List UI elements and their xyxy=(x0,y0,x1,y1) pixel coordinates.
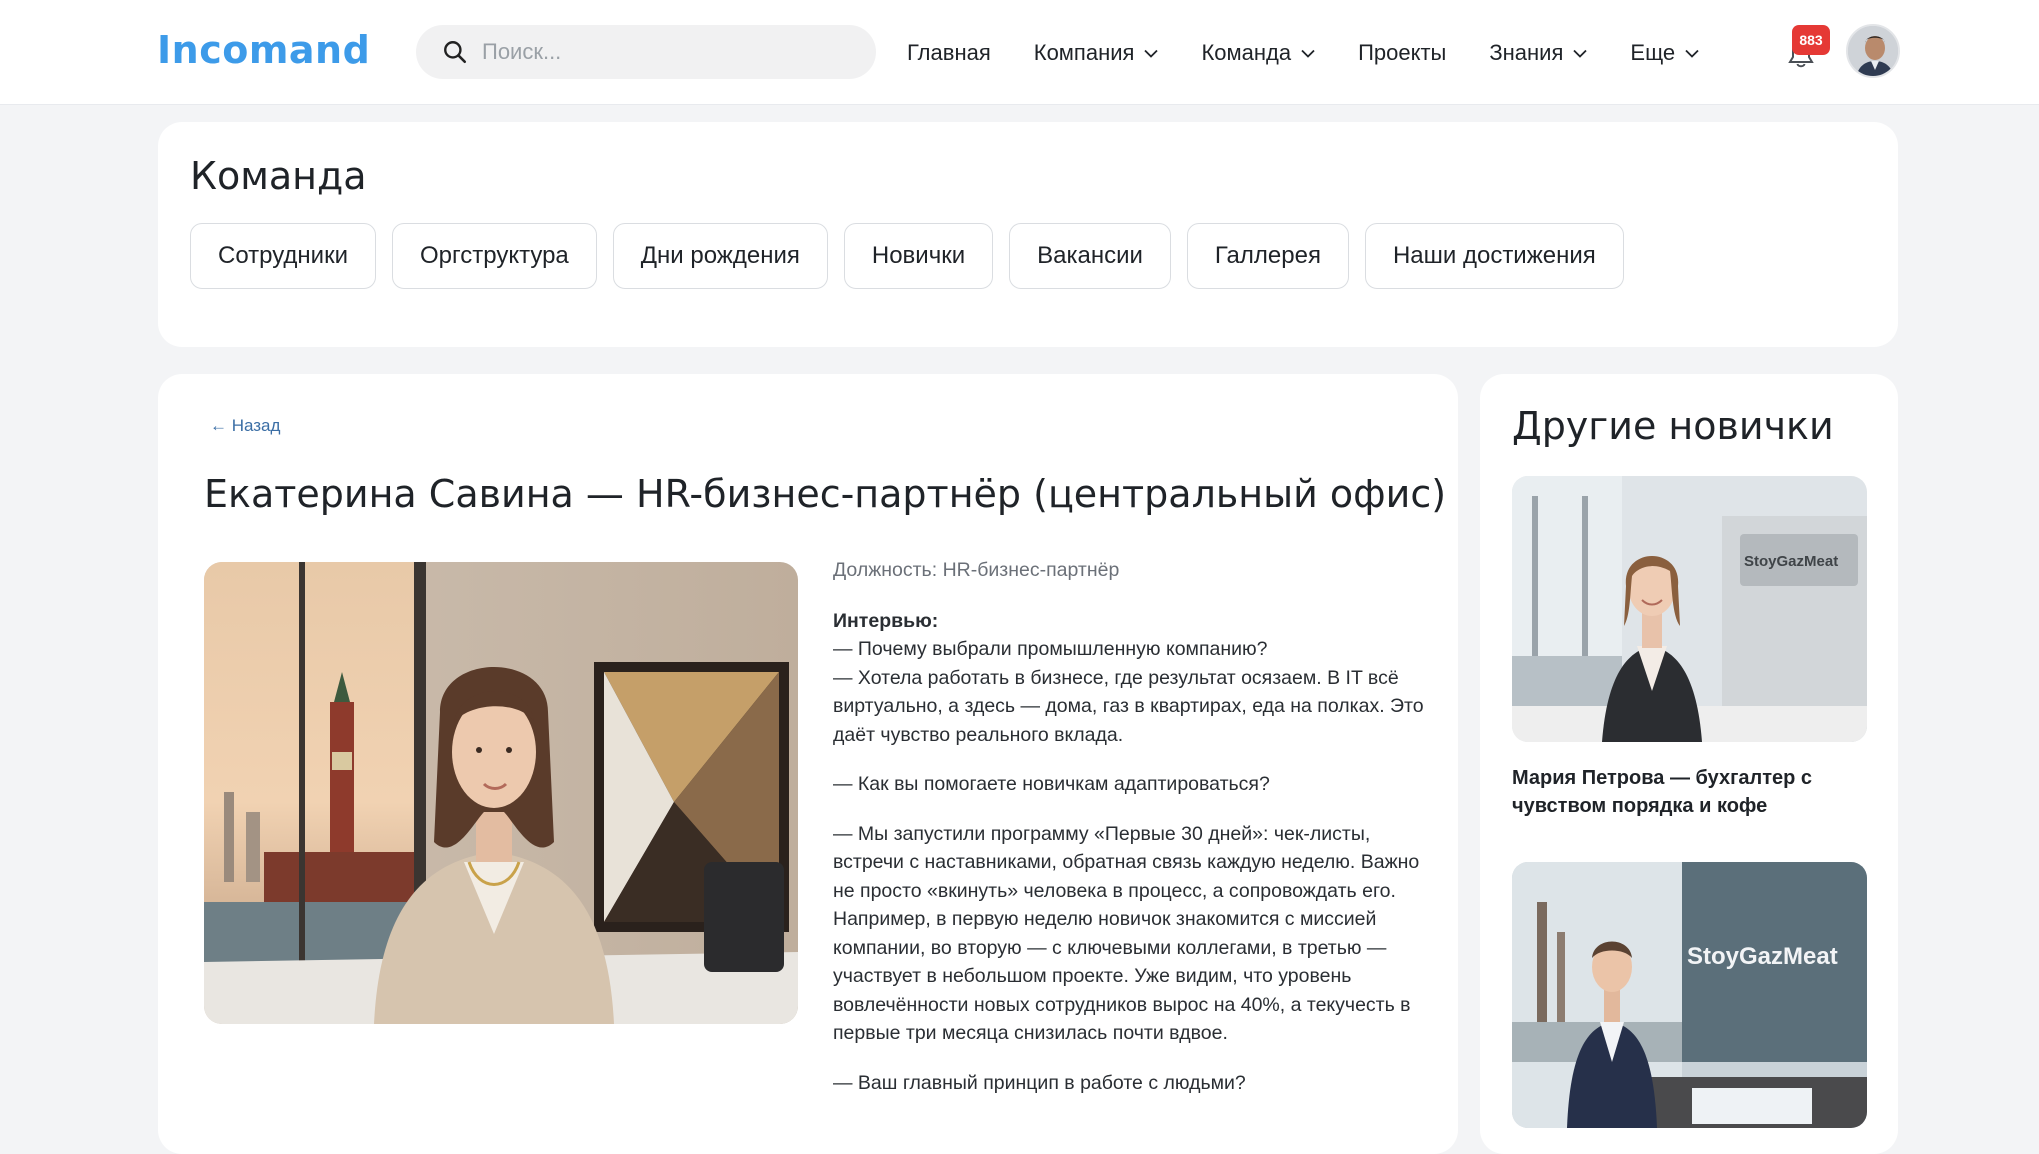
photo-illustration: StoyGazMeat xyxy=(1512,476,1867,742)
section-title: Команда xyxy=(190,154,367,198)
nav-item-label: Еще xyxy=(1630,40,1676,65)
back-link[interactable]: ← Назад xyxy=(210,416,280,436)
nav-item-home[interactable]: Главная xyxy=(907,40,991,66)
photo-illustration xyxy=(204,562,798,1024)
interview-label: Интервью: xyxy=(833,609,939,632)
chevron-down-icon xyxy=(1144,49,1159,58)
main-nav: Главная Компания Команда Проекты Знания … xyxy=(907,33,1742,73)
photo-illustration: StoyGazMeat xyxy=(1512,862,1867,1128)
tab-org-structure[interactable]: Оргструктура xyxy=(392,223,597,289)
sidebar-title: Другие новички xyxy=(1512,404,1834,448)
article-card: ← Назад Екатерина Савина — HR-бизнес-пар… xyxy=(158,374,1458,1154)
newcomer-card[interactable]: StoyGazMeat xyxy=(1512,862,1867,1128)
nav-item-label: Главная xyxy=(907,40,991,65)
team-section: Команда Сотрудники Оргструктура Дни рожд… xyxy=(158,122,1898,347)
search-icon xyxy=(444,41,467,64)
position-value: HR-бизнес-партнёр xyxy=(942,559,1120,581)
newcomer-photo: StoyGazMeat xyxy=(1512,476,1867,742)
notification-badge: 883 xyxy=(1792,25,1830,55)
newcomer-caption: Мария Петрова — бухгалтер с чувством пор… xyxy=(1512,767,1813,817)
interview-paragraph: — Ваш главный принцип в работе с людьми? xyxy=(833,1071,1246,1094)
tab-achievements[interactable]: Наши достижения xyxy=(1364,223,1624,289)
nav-item-knowledge[interactable]: Знания xyxy=(1489,40,1588,66)
nav-item-company[interactable]: Компания xyxy=(1034,40,1159,66)
company-sign: StoyGazMeat xyxy=(1687,943,1838,970)
interview-paragraph: — Мы запустили программу «Первые 30 дней… xyxy=(833,822,1420,1045)
chevron-down-icon xyxy=(1301,49,1315,58)
top-header: Incomand Главная Компания Команда Проект… xyxy=(0,0,2039,105)
nav-item-team[interactable]: Команда xyxy=(1201,40,1315,66)
tab-employees[interactable]: Сотрудники xyxy=(190,223,376,289)
team-tabs: Сотрудники Оргструктура Дни рождения Нов… xyxy=(190,223,1640,289)
nav-item-label: Знания xyxy=(1489,40,1564,65)
nav-item-label: Проекты xyxy=(1358,40,1447,65)
logo[interactable]: Incomand xyxy=(157,28,370,72)
tab-gallery[interactable]: Галлерея xyxy=(1186,223,1349,289)
article-body: Должность: HR-бизнес-партнёр Интервью: —… xyxy=(833,556,1433,1118)
company-sign: StoyGazMeat xyxy=(1744,553,1838,570)
tab-newcomers[interactable]: Новички xyxy=(843,223,994,289)
interview-paragraph: — Почему выбрали промышленную компанию? … xyxy=(833,638,1424,746)
tab-birthdays[interactable]: Дни рождения xyxy=(612,223,828,289)
user-avatar[interactable] xyxy=(1846,24,1900,78)
employee-photo xyxy=(204,562,798,1024)
newcomer-photo: StoyGazMeat xyxy=(1512,862,1867,1128)
search-input[interactable] xyxy=(482,39,852,65)
article-title: Екатерина Савина — HR-бизнес-партнёр (це… xyxy=(204,472,1447,516)
search-bar[interactable] xyxy=(416,25,876,79)
position-label: Должность: xyxy=(833,559,938,581)
nav-item-more[interactable]: Еще xyxy=(1630,40,1699,66)
tab-vacancies[interactable]: Вакансии xyxy=(1009,223,1171,289)
nav-item-projects[interactable]: Проекты xyxy=(1358,40,1446,66)
chevron-down-icon xyxy=(1685,49,1699,58)
position-line: Должность: HR-бизнес-партнёр xyxy=(833,556,1433,585)
interview-paragraph: — Как вы помогаете новичкам адаптировать… xyxy=(833,773,1270,795)
other-newcomers-card: Другие новички StoyGazMeat Мария Петрова… xyxy=(1480,374,1898,1154)
avatar-image xyxy=(1848,26,1898,76)
chevron-down-icon xyxy=(1573,49,1588,58)
nav-item-label: Компания xyxy=(1033,40,1135,65)
nav-item-label: Команда xyxy=(1201,40,1292,65)
newcomer-card[interactable]: StoyGazMeat Мария Петрова — бухгалтер с … xyxy=(1512,476,1867,820)
